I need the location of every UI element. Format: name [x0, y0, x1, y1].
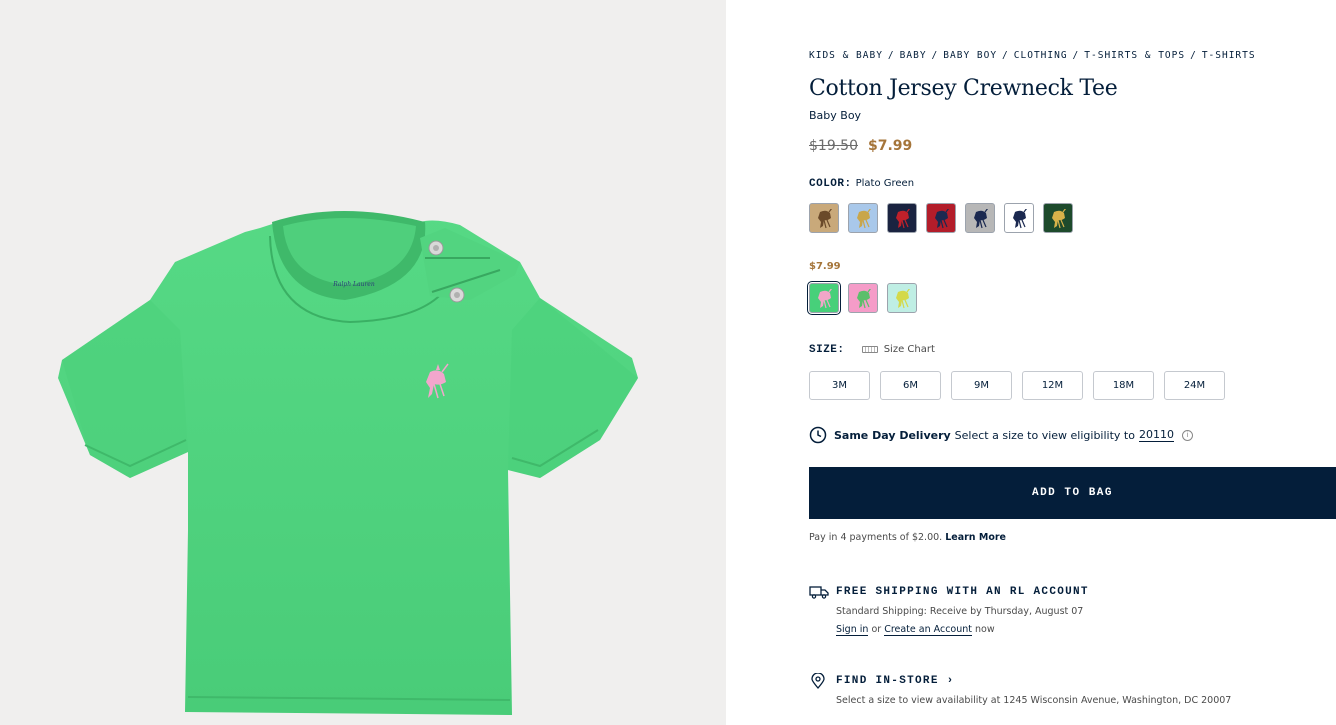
pony-logo-icon [896, 289, 910, 309]
same-day-delivery: Same Day Delivery Select a size to view … [809, 426, 1193, 444]
product-image: Ralph Lauren [58, 211, 638, 715]
sale-color-swatch-list [807, 281, 917, 315]
clock-icon [809, 426, 827, 444]
info-icon[interactable]: i [1181, 429, 1193, 441]
size-chart-link[interactable]: Size Chart [861, 344, 935, 355]
product-title: Cotton Jersey Crewneck Tee [809, 76, 1118, 101]
size-chart-label: Size Chart [883, 344, 935, 355]
learn-more-link[interactable]: Learn More [945, 532, 1006, 543]
size-option-12m[interactable]: 12M [1022, 371, 1083, 400]
breadcrumb-separator: / [887, 50, 895, 61]
forest-green-swatch[interactable] [1043, 203, 1073, 233]
plato-green-swatch[interactable] [807, 281, 841, 315]
size-options: 3M 6M 9M 12M 18M 24M [809, 371, 1225, 400]
breadcrumb-baby[interactable]: BABY [900, 50, 927, 61]
selected-color-name: Plato Green [855, 178, 915, 189]
size-label: SIZE: [809, 344, 845, 356]
find-in-store-link[interactable]: FIND IN-STORE › [836, 675, 955, 687]
breadcrumb-clothing[interactable]: CLOTHING [1014, 50, 1068, 61]
or-text: or [871, 624, 882, 635]
breadcrumb: KIDS & BABY / BABY / BABY BOY / CLOTHING / T-SHI… [809, 50, 1256, 61]
size-option-6m[interactable]: 6M [880, 371, 941, 400]
pink-swatch[interactable] [848, 283, 878, 313]
pony-logo-icon [1052, 209, 1066, 229]
delivery-text: Select a size to view eligibility to [954, 428, 1135, 442]
location-pin-icon [811, 673, 825, 689]
pony-logo-icon [818, 289, 832, 309]
store-availability-text: Select a size to view availability at 12… [836, 695, 1232, 706]
light-blue-swatch[interactable] [848, 203, 878, 233]
chevron-right-icon: › [946, 675, 955, 687]
mint-swatch[interactable] [887, 283, 917, 313]
installments-text: Pay in 4 payments of $2.00. [809, 532, 943, 543]
ruler-icon [861, 345, 878, 353]
find-in-store-label: FIND IN-STORE [836, 675, 939, 687]
free-shipping-heading: FREE SHIPPING WITH AN RL ACCOUNT [836, 586, 1089, 598]
sale-price: $7.99 [868, 138, 913, 154]
tan-swatch[interactable] [809, 203, 839, 233]
size-option-18m[interactable]: 18M [1093, 371, 1154, 400]
create-account-link[interactable]: Create an Account [884, 624, 972, 636]
standard-shipping-text: Standard Shipping: Receive by Thursday, … [836, 606, 1084, 617]
red-swatch[interactable] [926, 203, 956, 233]
pony-logo-icon [896, 209, 910, 229]
installments-info: Pay in 4 payments of $2.00. Learn More [809, 532, 1006, 543]
size-label-row: SIZE: Size Chart [809, 344, 935, 356]
add-to-bag-button[interactable]: ADD TO BAG [809, 467, 1336, 519]
color-label: COLOR: [809, 178, 852, 190]
white-swatch[interactable] [1004, 203, 1034, 233]
color-swatch-list [809, 203, 1073, 233]
breadcrumb-separator: / [1002, 50, 1009, 61]
grey-swatch[interactable] [965, 203, 995, 233]
pony-logo-icon [1013, 209, 1027, 229]
pony-logo-icon [818, 209, 832, 229]
delivery-title: Same Day Delivery [834, 428, 951, 442]
breadcrumb-separator: / [1190, 50, 1197, 61]
pony-logo-icon [857, 209, 871, 229]
breadcrumb-baby-boy[interactable]: BABY BOY [943, 50, 997, 61]
navy-swatch[interactable] [887, 203, 917, 233]
pony-logo-icon [935, 209, 949, 229]
zip-code-link[interactable]: 20110 [1138, 428, 1174, 442]
pony-logo-icon [857, 289, 871, 309]
color-label-row: COLOR: Plato Green [809, 178, 914, 190]
original-price: $19.50 [809, 138, 858, 154]
breadcrumb-separator: / [1072, 50, 1080, 61]
sign-in-link[interactable]: Sign in [836, 624, 869, 636]
size-option-3m[interactable]: 3M [809, 371, 870, 400]
size-option-24m[interactable]: 24M [1164, 371, 1225, 400]
sale-swatch-price: $7.99 [809, 261, 841, 272]
breadcrumb-separator: / [931, 50, 939, 61]
breadcrumb-tshirts[interactable]: T-SHIRTS [1202, 50, 1256, 61]
pony-logo-icon [974, 209, 988, 229]
size-option-9m[interactable]: 9M [951, 371, 1012, 400]
product-details: KIDS & BABY / BABY / BABY BOY / CLOTHING / T-SHI… [807, 0, 1336, 725]
product-subtitle: Baby Boy [809, 109, 862, 122]
neck-label-text: Ralph Lauren [332, 281, 375, 288]
now-text: now [975, 624, 995, 635]
breadcrumb-kids-baby[interactable]: KIDS & BABY [809, 50, 883, 61]
breadcrumb-tshirts-tops[interactable]: T-SHIRTS & TOPS [1084, 50, 1185, 61]
account-links: Sign in or Create an Account now [836, 624, 995, 636]
product-image-panel[interactable]: Ralph Lauren [0, 0, 726, 725]
truck-icon [809, 586, 829, 599]
price-block: $19.50 $7.99 [809, 138, 912, 154]
